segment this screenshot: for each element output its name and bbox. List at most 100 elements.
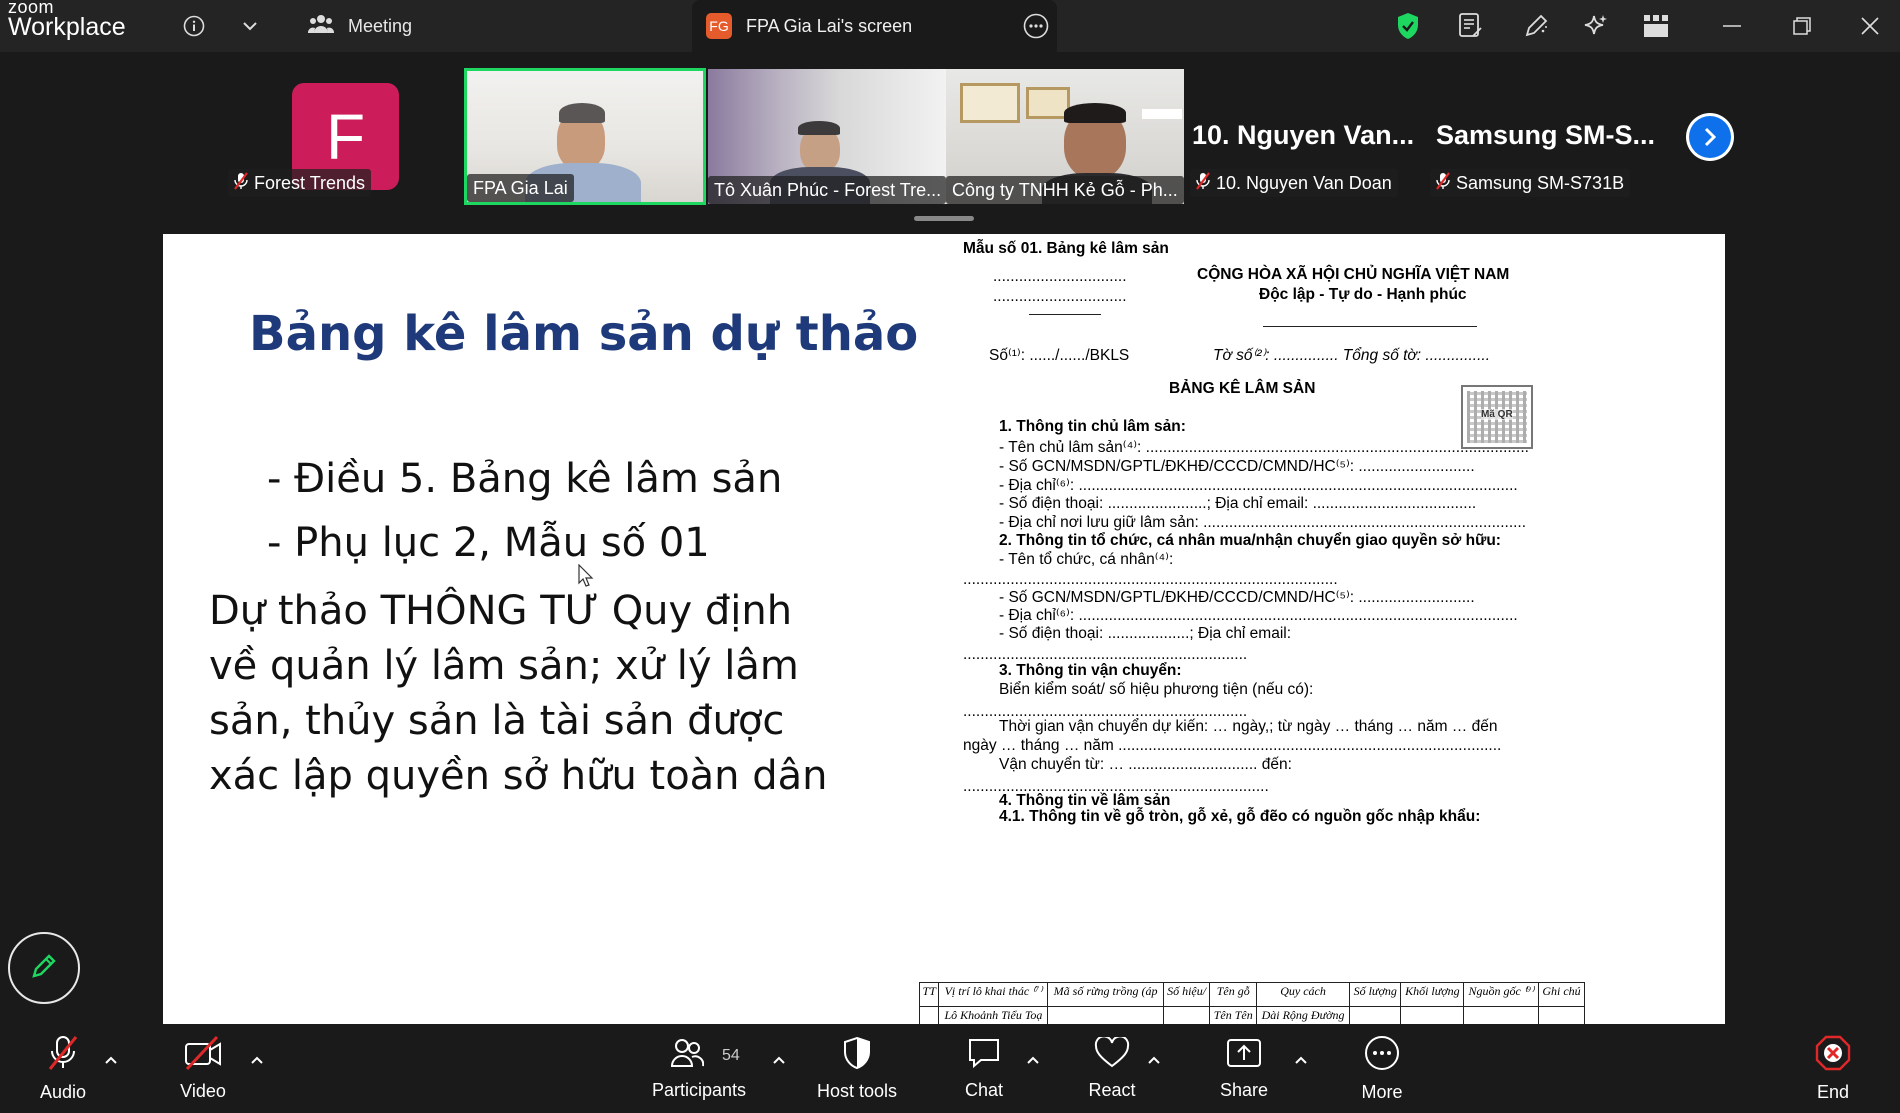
avatar-letter: F xyxy=(325,100,366,173)
table-subheader-cell: Tên Tên xyxy=(1209,1006,1257,1024)
audio-options-caret[interactable] xyxy=(100,1049,122,1071)
table-subheader-cell xyxy=(1538,1006,1585,1024)
audio-button[interactable]: Audio xyxy=(34,1025,92,1113)
apps-grid-icon[interactable] xyxy=(1636,0,1676,52)
participants-options-caret[interactable] xyxy=(768,1049,790,1071)
share-options-caret[interactable] xyxy=(1290,1049,1312,1071)
document-number: Số⁽¹⁾: ....../....../BKLS xyxy=(989,347,1130,364)
table-subheader-cell xyxy=(1162,1006,1211,1024)
form-field-line: - Số điện thoại: ...................; Đị… xyxy=(999,625,1292,642)
gallery-resize-handle[interactable] xyxy=(914,216,974,221)
form-field-line: ........................................… xyxy=(963,571,1338,588)
end-x-icon xyxy=(1815,1035,1851,1076)
participant-name-tag: Samsung SM-S731B xyxy=(1430,169,1631,197)
table-subheader-cell xyxy=(1463,1006,1540,1024)
slide-title: Bảng kê lâm sản dự thảo xyxy=(249,306,919,362)
shared-screen-title: FPA Gia Lai's screen xyxy=(746,15,913,36)
form-field-line: - Tên chủ lâm sản⁽⁴⁾: ..................… xyxy=(999,439,1529,456)
notes-icon[interactable] xyxy=(1450,0,1490,52)
forest-products-table: TT Vị trí lô khai thác ⁽⁷⁾ Mã số rừng trồn… xyxy=(918,982,1585,1024)
document-title: BẢNG KÊ LÂM SẢN xyxy=(1169,380,1316,397)
minimize-icon[interactable] xyxy=(1712,0,1752,52)
form-field-line: Thời gian vận chuyển dự kiến: … ngày,; t… xyxy=(999,718,1498,735)
chevron-right-icon xyxy=(1689,116,1731,158)
tab-meeting[interactable]: Meeting xyxy=(307,0,413,52)
qr-label: Mã QR xyxy=(1481,409,1513,420)
chat-options-caret[interactable] xyxy=(1022,1049,1044,1071)
participant-name: FPA Gia Lai xyxy=(473,177,568,198)
more-options-icon[interactable] xyxy=(1023,13,1049,39)
more-label: More xyxy=(1361,1082,1403,1102)
video-tile[interactable]: Tô Xuân Phúc - Forest Tre... xyxy=(708,69,946,204)
annotate-button[interactable] xyxy=(8,932,80,1004)
divider xyxy=(1263,326,1477,327)
video-tile[interactable]: Công ty TNHH Kẻ Gỗ - Ph... xyxy=(946,69,1184,204)
end-meeting-button[interactable]: End xyxy=(1812,1025,1854,1113)
participants-count: 54 xyxy=(722,1047,740,1064)
video-label: Video xyxy=(180,1081,226,1101)
meeting-controls-toolbar: Audio Video 54 Participants Host tools C… xyxy=(0,1025,1900,1113)
participant-name: Forest Trends xyxy=(254,172,366,193)
tab-shared-screen[interactable]: FG FPA Gia Lai's screen xyxy=(692,0,1057,52)
form-field-line: - Số GCN/MSDN/GPTL/ĐKHĐ/CCCD/CMND/HC⁽⁵⁾:… xyxy=(999,458,1475,475)
video-button[interactable]: Video xyxy=(174,1025,232,1113)
table-subheader-cell xyxy=(918,1006,940,1024)
more-button[interactable]: More xyxy=(1356,1025,1408,1113)
participants-button[interactable]: 54 Participants xyxy=(646,1025,752,1113)
muted-mic-icon xyxy=(234,171,248,195)
end-label: End xyxy=(1816,1082,1850,1102)
form-field-line: - Địa chỉ nơi lưu giữ lâm sản: .........… xyxy=(999,514,1527,531)
table-header-cell: Số hiệu/ xyxy=(1162,982,1211,1007)
table-header-cell: TT xyxy=(918,982,940,1007)
table-header-cell: Tên gỗ xyxy=(1209,982,1257,1007)
mouse-cursor-icon xyxy=(578,563,594,593)
form-field-line: - Tên tổ chức, cá nhân⁽⁴⁾: xyxy=(999,551,1174,568)
share-screen-icon xyxy=(1226,1037,1262,1074)
video-tile-active-speaker[interactable]: FPA Gia Lai xyxy=(464,68,706,205)
info-icon[interactable] xyxy=(180,0,208,52)
host-tools-button[interactable]: Host tools xyxy=(808,1025,906,1113)
participant-name-tag: Tô Xuân Phúc - Forest Tre... xyxy=(708,176,946,204)
table-header-cell: Vị trí lô khai thác ⁽⁷⁾ xyxy=(938,982,1049,1007)
chat-button[interactable]: Chat xyxy=(958,1025,1010,1113)
audio-label: Audio xyxy=(39,1082,87,1102)
participant-name-tag: Forest Trends xyxy=(228,169,372,197)
share-screen-button[interactable]: Share xyxy=(1216,1025,1272,1113)
ai-companion-icon[interactable] xyxy=(1576,0,1616,52)
wall-certificate xyxy=(960,83,1020,123)
table-subheader-cell xyxy=(1047,1006,1164,1024)
participant-name-tag: Công ty TNHH Kẻ Gỗ - Ph... xyxy=(946,176,1184,204)
form-field-line: - Địa chỉ⁽⁶⁾: ..........................… xyxy=(999,477,1518,494)
share-label: Share xyxy=(1219,1080,1269,1100)
slide-bullet: - Phụ lục 2, Mẫu số 01 xyxy=(267,520,710,566)
participant-hair xyxy=(798,121,840,135)
nation-heading: CỘNG HÒA XÃ HỘI CHỦ NGHĨA VIỆT NAM xyxy=(1197,266,1510,283)
whiteboard-pen-icon[interactable] xyxy=(1516,0,1556,52)
close-icon[interactable] xyxy=(1850,0,1890,52)
form-field-line: ngày … tháng … năm .....................… xyxy=(963,737,1502,754)
chat-bubble-icon xyxy=(967,1037,1001,1074)
muted-mic-icon xyxy=(1436,171,1450,195)
react-options-caret[interactable] xyxy=(1143,1049,1165,1071)
chevron-down-icon[interactable] xyxy=(236,0,264,52)
form-field-line: Biển kiểm soát/ số hiệu phương tiện (nếu… xyxy=(999,681,1314,698)
next-page-button[interactable] xyxy=(1686,113,1734,161)
participant-hair xyxy=(559,103,605,123)
restore-icon[interactable] xyxy=(1782,0,1822,52)
section-heading: 2. Thông tin tổ chức, cá nhân mua/nhận c… xyxy=(999,532,1501,549)
zoom-window: zoom Workplace Meeting FG FPA Gia Lai's … xyxy=(0,0,1900,1113)
more-dots-icon xyxy=(1364,1035,1400,1076)
tab-meeting-label: Meeting xyxy=(348,15,413,36)
video-options-caret[interactable] xyxy=(246,1049,268,1071)
security-shield-icon[interactable] xyxy=(1388,0,1428,52)
app-logo: zoom Workplace xyxy=(8,0,126,40)
react-button[interactable]: React xyxy=(1084,1025,1140,1113)
sharer-badge: FG xyxy=(706,13,732,39)
muted-mic-icon xyxy=(1196,171,1210,195)
participant-name: Công ty TNHH Kẻ Gỗ - Ph... xyxy=(952,179,1178,200)
table-header-cell: Khối lượng xyxy=(1400,982,1465,1007)
motto: Độc lập - Tự do - Hạnh phúc xyxy=(1259,286,1467,303)
participant-name: Tô Xuân Phúc - Forest Tre... xyxy=(714,179,942,200)
table-header-cell: Quy cách xyxy=(1255,982,1351,1007)
participants-icon xyxy=(670,1037,705,1074)
